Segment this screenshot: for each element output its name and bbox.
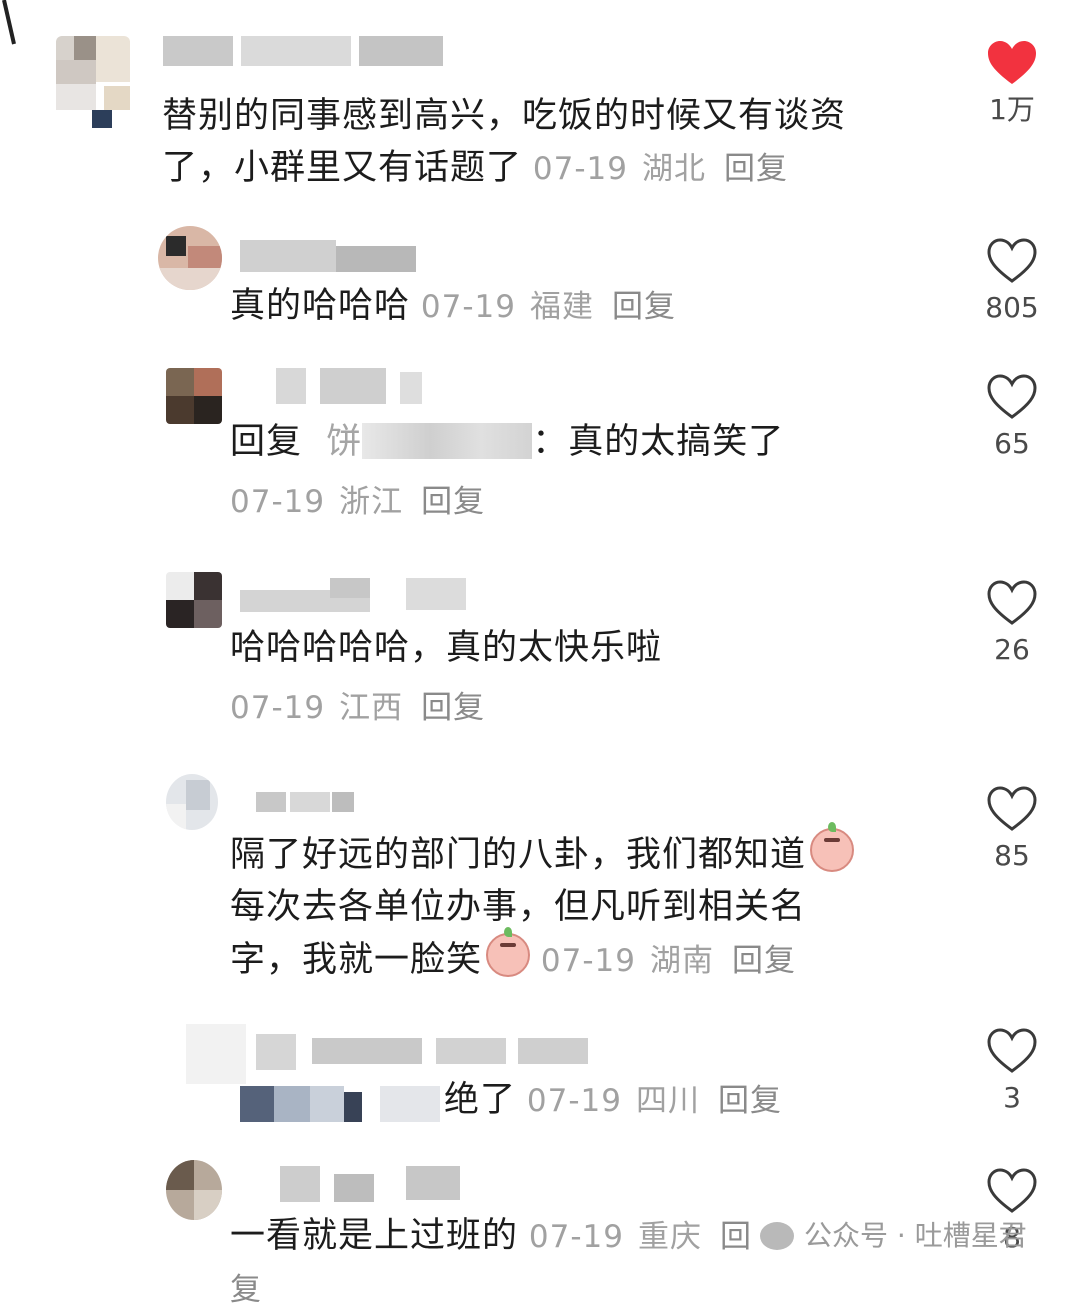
comment-text: 隔了好远的部门的八卦，我们都知道 每次去各单位办事，但凡听到相关名 字，我就一脸…: [230, 822, 950, 987]
watermark-text: 公众号 · 吐槽星君: [804, 1219, 1027, 1252]
comment-date: 07-19: [230, 690, 326, 726]
like-count: 3: [1003, 1081, 1021, 1114]
mention-name[interactable]: 饼: [326, 422, 362, 462]
avatar[interactable]: [166, 368, 222, 424]
avatar[interactable]: [158, 226, 222, 290]
like-count: 26: [994, 633, 1030, 666]
heart-icon: [987, 786, 1037, 831]
heart-icon: [988, 41, 1036, 84]
like-count: 1万: [989, 93, 1035, 126]
like-count: 65: [994, 427, 1030, 460]
comment-date: 07-19: [420, 289, 516, 325]
comment-text: 绝了 07-19 四川 回复: [444, 1080, 782, 1120]
comment-text: 真的哈哈哈 07-19 福建 回复: [230, 286, 676, 326]
reply-button[interactable]: 回复: [612, 289, 676, 325]
comment-text: 替别的同事感到高兴，吃饭的时候又有谈资 了，小群里又有话题了 07-19 湖北 回复: [162, 96, 847, 188]
left-edge-mark: [0, 0, 20, 60]
avatar[interactable]: [56, 36, 130, 128]
like-button[interactable]: 1万: [972, 40, 1052, 126]
like-count: 805: [985, 291, 1039, 324]
peach-emoji-icon: [486, 927, 531, 977]
like-count: 85: [994, 839, 1030, 872]
watermark: 公众号 · 吐槽星君: [760, 1218, 1027, 1254]
heart-icon: [987, 238, 1037, 283]
heart-icon: [987, 1168, 1037, 1213]
avatar[interactable]: [166, 1160, 222, 1220]
like-button[interactable]: 65: [972, 374, 1052, 460]
comment-text: 一看就是上过班的 07-19 重庆 回复: [230, 1216, 752, 1308]
comment-date: 07-19: [230, 484, 326, 520]
reply-button[interactable]: 回复: [718, 1083, 782, 1119]
reply-prefix: 回复: [230, 422, 303, 462]
heart-icon: [987, 374, 1037, 419]
comment-location: 湖北: [641, 151, 706, 187]
peach-emoji-icon: [810, 822, 855, 872]
heart-icon: [987, 1028, 1037, 1073]
like-button[interactable]: 85: [972, 786, 1052, 872]
like-button[interactable]: 805: [972, 238, 1052, 324]
reply-button[interactable]: 回复: [421, 690, 485, 726]
comment-text: 回复 饼：真的太搞笑了 07-19 浙江 回复: [230, 422, 785, 520]
avatar[interactable]: [166, 572, 222, 628]
comment-date: 07-19: [532, 151, 628, 187]
comment-text: 哈哈哈哈哈，真的太快乐啦 07-19 江西 回复: [230, 628, 663, 726]
comment-location: 江西: [339, 690, 404, 726]
reply-button[interactable]: 回复: [732, 943, 796, 979]
wechat-icon: [760, 1222, 794, 1250]
comment-location: 湖南: [649, 943, 714, 979]
comment-date: 07-19: [526, 1083, 622, 1119]
like-button[interactable]: 3: [972, 1028, 1052, 1114]
reply-button[interactable]: 回复: [724, 151, 788, 187]
comment-date: 07-19: [528, 1219, 624, 1255]
comment-location: 福建: [529, 289, 594, 325]
heart-icon: [987, 580, 1037, 625]
like-button[interactable]: 26: [972, 580, 1052, 666]
comment-date: 07-19: [540, 943, 636, 979]
comment-location: 浙江: [339, 484, 404, 520]
mention-blurred: [362, 423, 533, 459]
reply-button[interactable]: 回复: [421, 484, 485, 520]
avatar[interactable]: [166, 774, 218, 830]
comment-location: 四川: [635, 1083, 700, 1119]
comment-location: 重庆: [637, 1219, 702, 1255]
